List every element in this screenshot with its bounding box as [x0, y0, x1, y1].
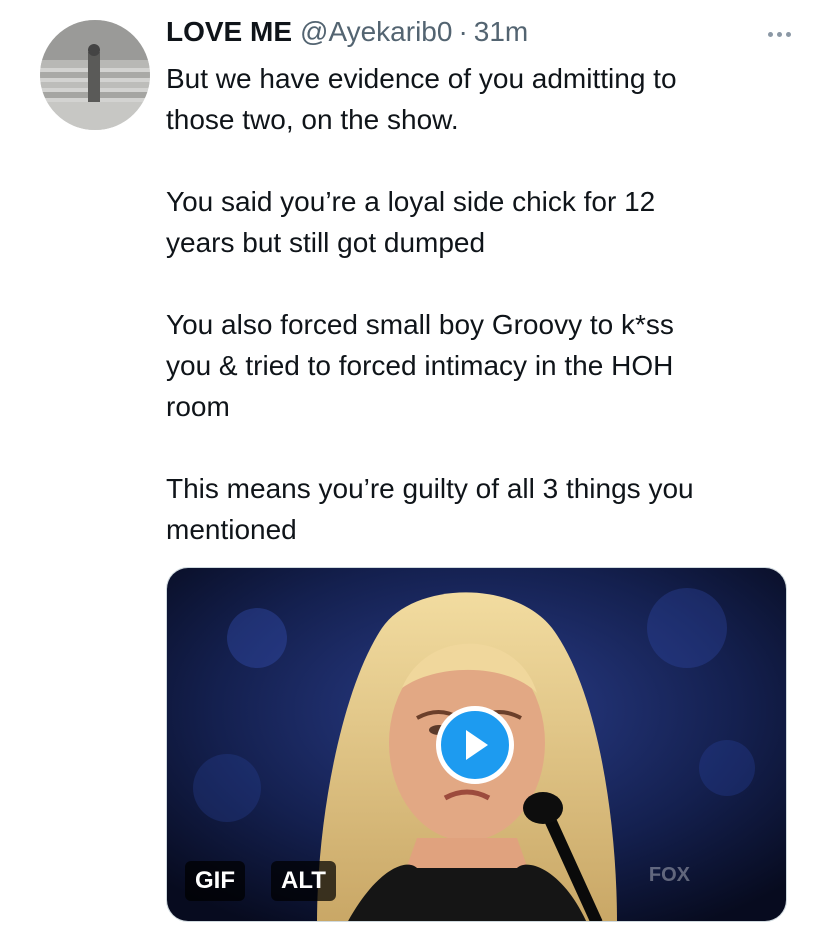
tweet-timestamp[interactable]: 31m [474, 16, 528, 48]
tweet-paragraph: You also forced small boy Groovy to k*ss… [166, 309, 674, 422]
tweet-header: LOVE ME @Ayekarib0 · 31m [166, 14, 528, 50]
tweet-paragraph: But we have evidence of you admitting to… [166, 63, 677, 135]
channel-watermark: FOX [648, 864, 690, 886]
play-icon [466, 730, 488, 760]
header-separator: · [458, 16, 468, 47]
gif-media[interactable]: GIF ALT FOX [166, 567, 787, 922]
author-name[interactable]: LOVE ME [166, 16, 292, 48]
author-handle[interactable]: @Ayekarib0 [300, 16, 452, 48]
tweet-paragraph: You said you’re a loyal side chick for 1… [166, 186, 656, 258]
tweet-text: But we have evidence of you admitting to… [166, 58, 766, 550]
more-horizontal-icon [767, 31, 773, 37]
alt-text-button[interactable]: ALT [271, 861, 336, 901]
gif-badge: GIF [185, 861, 245, 901]
avatar[interactable] [40, 20, 150, 130]
more-options-button[interactable] [759, 22, 799, 46]
play-button[interactable] [436, 706, 514, 784]
tweet-paragraph: This means you’re guilty of all 3 things… [166, 473, 694, 545]
